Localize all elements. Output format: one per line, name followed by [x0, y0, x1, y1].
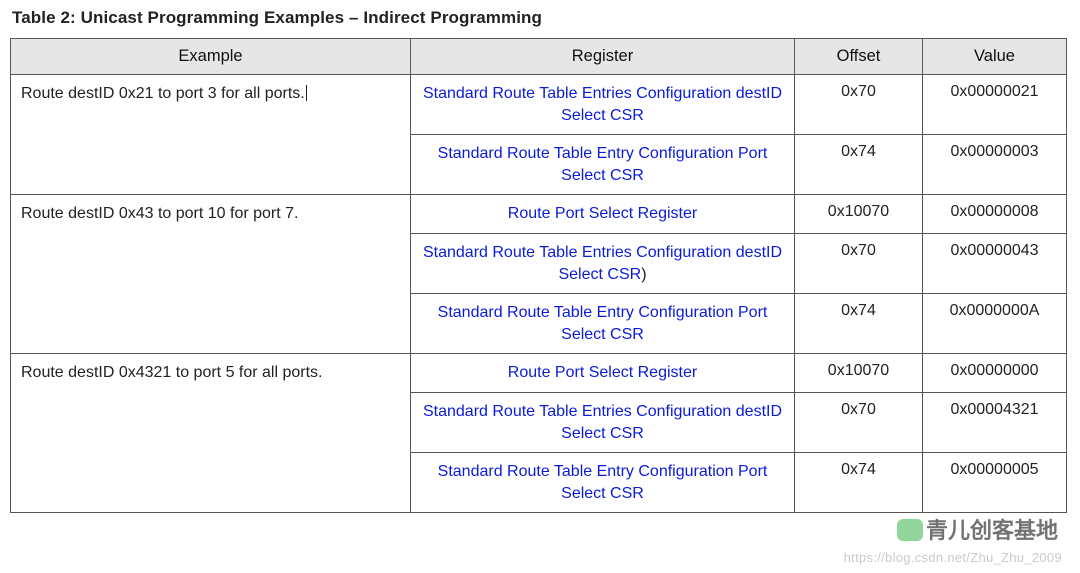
example-text: Route destID 0x43 to port 10 for port 7.: [21, 205, 299, 222]
watermark-badge: 青儿创客基地: [897, 513, 1058, 545]
offset-cell: 0x70: [795, 392, 923, 452]
register-link[interactable]: Standard Route Table Entries Configurati…: [423, 85, 782, 124]
value-cell: 0x00000021: [923, 75, 1067, 135]
register-cell: Standard Route Table Entries Configurati…: [411, 75, 795, 135]
value-cell: 0x00004321: [923, 392, 1067, 452]
offset-cell: 0x10070: [795, 354, 923, 393]
value-cell: 0x00000008: [923, 195, 1067, 234]
register-link[interactable]: Standard Route Table Entries Configurati…: [423, 403, 782, 442]
register-link[interactable]: Standard Route Table Entries Configurati…: [423, 244, 782, 283]
header-offset: Offset: [795, 39, 923, 75]
example-cell: Route destID 0x4321 to port 5 for all po…: [11, 354, 411, 513]
offset-cell: 0x70: [795, 233, 923, 293]
register-link[interactable]: Standard Route Table Entry Configuration…: [438, 145, 768, 184]
example-cell: Route destID 0x21 to port 3 for all port…: [11, 75, 411, 195]
header-example: Example: [11, 39, 411, 75]
table-row: Route destID 0x43 to port 10 for port 7.…: [11, 195, 1067, 234]
register-cell: Route Port Select Register: [411, 354, 795, 393]
table-header-row: Example Register Offset Value: [11, 39, 1067, 75]
programming-table: Example Register Offset Value Route dest…: [10, 38, 1067, 513]
watermark-text: 青儿创客基地: [926, 518, 1058, 543]
table-header: Example Register Offset Value: [11, 39, 1067, 75]
register-cell: Standard Route Table Entries Configurati…: [411, 233, 795, 293]
register-link[interactable]: Standard Route Table Entry Configuration…: [438, 463, 768, 502]
example-cell: Route destID 0x43 to port 10 for port 7.: [11, 195, 411, 354]
register-link[interactable]: Route Port Select Register: [508, 205, 697, 222]
register-cell: Standard Route Table Entry Configuration…: [411, 294, 795, 354]
value-cell: 0x00000003: [923, 135, 1067, 195]
register-cell: Standard Route Table Entries Configurati…: [411, 392, 795, 452]
page: Table 2: Unicast Programming Examples – …: [0, 0, 1080, 573]
offset-cell: 0x70: [795, 75, 923, 135]
register-paren: ): [641, 266, 646, 283]
register-cell: Standard Route Table Entry Configuration…: [411, 453, 795, 513]
register-link[interactable]: Route Port Select Register: [508, 364, 697, 381]
register-cell: Route Port Select Register: [411, 195, 795, 234]
example-text: Route destID 0x4321 to port 5 for all po…: [21, 364, 323, 381]
offset-cell: 0x74: [795, 453, 923, 513]
table-title: Table 2: Unicast Programming Examples – …: [12, 8, 1068, 28]
table-row: Route destID 0x4321 to port 5 for all po…: [11, 354, 1067, 393]
register-link[interactable]: Standard Route Table Entry Configuration…: [438, 304, 768, 343]
value-cell: 0x00000000: [923, 354, 1067, 393]
wechat-icon: [897, 519, 923, 541]
register-cell: Standard Route Table Entry Configuration…: [411, 135, 795, 195]
watermark-url: https://blog.csdn.net/Zhu_Zhu_2009: [844, 550, 1062, 565]
offset-cell: 0x74: [795, 135, 923, 195]
value-cell: 0x00000043: [923, 233, 1067, 293]
header-value: Value: [923, 39, 1067, 75]
offset-cell: 0x74: [795, 294, 923, 354]
table-body: Route destID 0x21 to port 3 for all port…: [11, 75, 1067, 513]
header-register: Register: [411, 39, 795, 75]
offset-cell: 0x10070: [795, 195, 923, 234]
table-row: Route destID 0x21 to port 3 for all port…: [11, 75, 1067, 135]
value-cell: 0x00000005: [923, 453, 1067, 513]
value-cell: 0x0000000A: [923, 294, 1067, 354]
example-text: Route destID 0x21 to port 3 for all port…: [21, 85, 307, 102]
